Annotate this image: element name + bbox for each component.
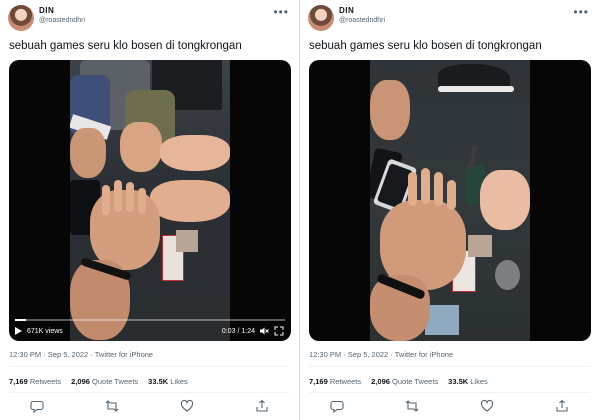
author-name[interactable]: DIN xyxy=(339,6,354,15)
likes-stat[interactable]: 33.5K Likes xyxy=(148,377,188,386)
divider xyxy=(9,392,290,393)
video-frame xyxy=(102,185,110,215)
video-frame xyxy=(370,60,530,341)
tweet-card-right: DIN @roastedndhri ••• sebuah games seru … xyxy=(300,0,599,420)
tweet-stats: 7,169 Retweets 2,096 Quote Tweets 33.5K … xyxy=(309,377,488,386)
video-frame xyxy=(138,188,146,214)
play-icon[interactable] xyxy=(15,327,22,335)
more-icon[interactable]: ••• xyxy=(273,5,289,19)
tweet-video[interactable] xyxy=(309,60,591,341)
tweet-actions xyxy=(330,399,569,413)
divider xyxy=(309,392,590,393)
volume-muted-icon[interactable] xyxy=(259,326,269,336)
author-handle[interactable]: @roastedndhri xyxy=(39,17,85,24)
video-frame xyxy=(70,128,106,178)
video-frame xyxy=(425,305,459,335)
quotes-count: 2,096 xyxy=(371,377,390,386)
retweets-label: Retweets xyxy=(329,377,362,386)
video-frame xyxy=(114,180,122,212)
tweet-video[interactable]: 671K views 0:03 / 1:24 xyxy=(9,60,291,341)
author-handle[interactable]: @roastedndhri xyxy=(339,17,385,24)
quotes-stat[interactable]: 2,096 Quote Tweets xyxy=(371,377,438,386)
video-views[interactable]: 671K views xyxy=(15,327,63,335)
video-frame xyxy=(160,135,230,171)
avatar[interactable] xyxy=(8,5,34,31)
tweet-text: sebuah games seru klo bosen di tongkrong… xyxy=(9,40,242,52)
retweets-count: 7,169 xyxy=(9,377,28,386)
likes-count: 33.5K xyxy=(448,377,469,386)
retweet-icon[interactable] xyxy=(405,399,419,413)
tweet-meta: 12:30 PM · Sep 5, 2022 · Twitter for iPh… xyxy=(309,350,454,359)
likes-count: 33.5K xyxy=(148,377,169,386)
retweets-count: 7,169 xyxy=(309,377,328,386)
video-frame xyxy=(90,190,160,270)
avatar[interactable] xyxy=(308,5,334,31)
fullscreen-icon[interactable] xyxy=(274,326,284,336)
retweets-label: Retweets xyxy=(29,377,62,386)
likes-stat[interactable]: 33.5K Likes xyxy=(448,377,488,386)
video-frame xyxy=(434,172,443,206)
video-frame xyxy=(468,235,492,257)
quotes-count: 2,096 xyxy=(71,377,90,386)
divider xyxy=(9,366,290,367)
video-frame xyxy=(438,86,514,92)
video-frame xyxy=(176,230,198,252)
tweet-stats: 7,169 Retweets 2,096 Quote Tweets 33.5K … xyxy=(9,377,188,386)
tweet-meta: 12:30 PM · Sep 5, 2022 · Twitter for iPh… xyxy=(9,350,154,359)
quotes-label: Quote Tweets xyxy=(92,377,139,386)
author-name[interactable]: DIN xyxy=(39,6,54,15)
retweets-stat[interactable]: 7,169 Retweets xyxy=(9,377,61,386)
video-frame xyxy=(120,122,162,172)
like-icon[interactable] xyxy=(180,399,194,413)
reply-icon[interactable] xyxy=(330,399,344,413)
video-frame xyxy=(480,170,530,230)
quotes-label: Quote Tweets xyxy=(392,377,439,386)
video-frame xyxy=(495,260,520,290)
video-time: 0:03 / 1:24 xyxy=(221,328,255,335)
divider xyxy=(309,366,590,367)
reply-icon[interactable] xyxy=(30,399,44,413)
video-progress-bar[interactable] xyxy=(15,319,285,321)
tweet-actions xyxy=(30,399,269,413)
video-frame xyxy=(370,80,410,140)
retweets-stat[interactable]: 7,169 Retweets xyxy=(309,377,361,386)
likes-label: Likes xyxy=(170,377,188,386)
share-icon[interactable] xyxy=(255,399,269,413)
retweet-icon[interactable] xyxy=(105,399,119,413)
quotes-stat[interactable]: 2,096 Quote Tweets xyxy=(71,377,138,386)
screenshot-frame: DIN @roastedndhri ••• sebuah games seru … xyxy=(0,0,600,420)
tweet-card-left: DIN @roastedndhri ••• sebuah games seru … xyxy=(0,0,299,420)
video-frame xyxy=(421,168,430,204)
video-frame xyxy=(126,182,134,212)
views-count: 671K views xyxy=(27,327,63,335)
share-icon[interactable] xyxy=(555,399,569,413)
video-frame xyxy=(408,172,417,206)
more-icon[interactable]: ••• xyxy=(573,5,589,19)
like-icon[interactable] xyxy=(480,399,494,413)
video-frame xyxy=(150,180,230,222)
tweet-text: sebuah games seru klo bosen di tongkrong… xyxy=(309,40,542,52)
video-progress-fill xyxy=(15,319,26,321)
video-frame xyxy=(70,60,230,341)
video-frame xyxy=(447,180,456,210)
likes-label: Likes xyxy=(470,377,488,386)
